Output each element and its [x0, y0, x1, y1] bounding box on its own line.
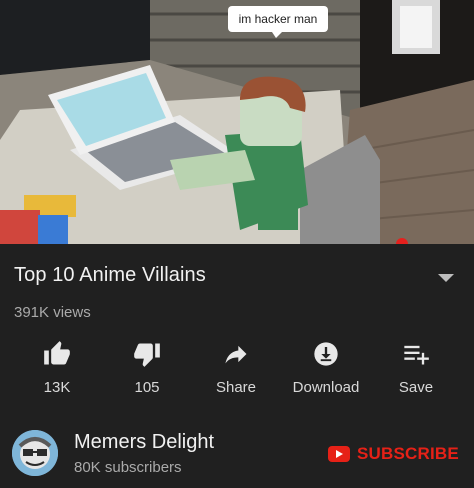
subscribe-button[interactable]: SUBSCRIBE	[328, 442, 459, 466]
channel-avatar[interactable]	[12, 430, 58, 476]
expand-description-icon[interactable]	[438, 274, 454, 282]
video-frame	[0, 0, 474, 244]
dislike-count: 105	[134, 379, 160, 396]
speech-bubble-text: im hacker man	[238, 12, 318, 26]
channel-name[interactable]: Memers Delight	[74, 431, 214, 454]
save-button[interactable]: Save	[371, 340, 461, 404]
download-label: Download	[292, 379, 360, 396]
dislike-button[interactable]: 105	[102, 340, 192, 404]
share-icon	[225, 345, 247, 364]
share-button[interactable]: Share	[191, 340, 281, 404]
thumbs-down-icon	[134, 343, 160, 367]
view-count: 391K views	[14, 304, 91, 321]
channel-row: Memers Delight 80K subscribers SUBSCRIBE	[0, 424, 474, 488]
save-playlist-icon	[404, 345, 429, 365]
download-icon	[314, 342, 338, 366]
subscribe-label: SUBSCRIBE	[357, 444, 459, 463]
video-title: Top 10 Anime Villains	[14, 264, 206, 286]
video-info-panel: Top 10 Anime Villains 391K views 13K 105…	[0, 244, 474, 488]
save-label: Save	[398, 379, 434, 396]
avatar-image	[12, 430, 58, 476]
like-count: 13K	[43, 379, 71, 396]
thumbs-up-icon	[44, 341, 70, 365]
youtube-logo-icon	[328, 446, 350, 462]
subscriber-count: 80K subscribers	[74, 459, 182, 476]
share-label: Share	[215, 379, 257, 396]
like-button[interactable]: 13K	[12, 340, 102, 404]
video-player[interactable]: im hacker man	[0, 0, 474, 244]
download-button[interactable]: Download	[281, 340, 371, 404]
action-bar: 13K 105 Share Download Save	[0, 340, 474, 404]
